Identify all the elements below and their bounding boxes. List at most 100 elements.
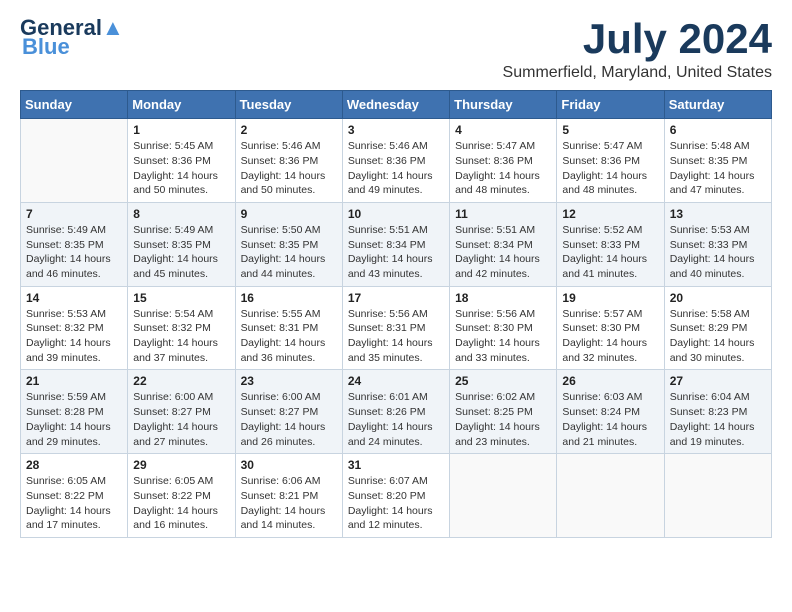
day-number: 5	[562, 123, 658, 137]
calendar-cell	[664, 454, 771, 538]
day-info: Sunrise: 5:54 AM Sunset: 8:32 PM Dayligh…	[133, 307, 229, 366]
day-number: 8	[133, 207, 229, 221]
day-info: Sunrise: 5:58 AM Sunset: 8:29 PM Dayligh…	[670, 307, 766, 366]
day-number: 13	[670, 207, 766, 221]
day-number: 23	[241, 374, 337, 388]
calendar-cell: 6Sunrise: 5:48 AM Sunset: 8:35 PM Daylig…	[664, 119, 771, 203]
day-number: 10	[348, 207, 444, 221]
calendar-week-row: 28 Sunrise: 6:05 AM Sunset: 8:22 PM Dayli…	[21, 454, 772, 538]
day-info: Sunrise: 5:55 AM Sunset: 8:31 PM Dayligh…	[241, 307, 337, 366]
month-title: July 2024	[503, 16, 772, 62]
day-info: Sunrise: 5:53 AM Sunset: 8:33 PM Dayligh…	[670, 223, 766, 282]
day-info: Sunrise: 5:56 AM Sunset: 8:31 PM Dayligh…	[348, 307, 444, 366]
calendar-cell: 24 Sunrise: 6:01 AM Sunset: 8:26 PM Dayli…	[342, 370, 449, 454]
calendar-cell: 21 Sunrise: 5:59 AM Sunset: 8:28 PM Dayli…	[21, 370, 128, 454]
calendar-cell: 5 Sunrise: 5:47 AM Sunset: 8:36 PM Daylig…	[557, 119, 664, 203]
day-number: 30	[241, 458, 337, 472]
day-info: Sunrise: 5:46 AM Sunset: 8:36 PM Dayligh…	[241, 139, 337, 198]
day-number: 11	[455, 207, 551, 221]
calendar-cell: 25 Sunrise: 6:02 AM Sunset: 8:25 PM Dayli…	[450, 370, 557, 454]
calendar-cell: 8 Sunrise: 5:49 AM Sunset: 8:35 PM Daylig…	[128, 202, 235, 286]
day-info: Sunrise: 5:50 AM Sunset: 8:35 PM Dayligh…	[241, 223, 337, 282]
calendar-cell: 17 Sunrise: 5:56 AM Sunset: 8:31 PM Dayli…	[342, 286, 449, 370]
day-number: 4	[455, 123, 551, 137]
day-number: 25	[455, 374, 551, 388]
calendar-cell: 11Sunrise: 5:51 AM Sunset: 8:34 PM Dayli…	[450, 202, 557, 286]
day-info: Sunrise: 6:00 AM Sunset: 8:27 PM Dayligh…	[133, 390, 229, 449]
calendar-day-header: Monday	[128, 91, 235, 119]
calendar-cell: 14Sunrise: 5:53 AM Sunset: 8:32 PM Dayli…	[21, 286, 128, 370]
day-info: Sunrise: 5:49 AM Sunset: 8:35 PM Dayligh…	[26, 223, 122, 282]
day-info: Sunrise: 5:53 AM Sunset: 8:32 PM Dayligh…	[26, 307, 122, 366]
day-number: 26	[562, 374, 658, 388]
day-number: 19	[562, 291, 658, 305]
day-number: 29	[133, 458, 229, 472]
day-number: 9	[241, 207, 337, 221]
day-info: Sunrise: 6:05 AM Sunset: 8:22 PM Dayligh…	[133, 474, 229, 533]
day-number: 31	[348, 458, 444, 472]
day-info: Sunrise: 5:56 AM Sunset: 8:30 PM Dayligh…	[455, 307, 551, 366]
calendar-table: SundayMondayTuesdayWednesdayThursdayFrid…	[20, 90, 772, 538]
day-number: 18	[455, 291, 551, 305]
calendar-cell: 30 Sunrise: 6:06 AM Sunset: 8:21 PM Dayli…	[235, 454, 342, 538]
calendar-cell: 31Sunrise: 6:07 AM Sunset: 8:20 PM Dayli…	[342, 454, 449, 538]
day-number: 28	[26, 458, 122, 472]
calendar-cell: 1Sunrise: 5:45 AM Sunset: 8:36 PM Daylig…	[128, 119, 235, 203]
day-number: 16	[241, 291, 337, 305]
calendar-cell: 28 Sunrise: 6:05 AM Sunset: 8:22 PM Dayli…	[21, 454, 128, 538]
day-number: 24	[348, 374, 444, 388]
day-info: Sunrise: 6:05 AM Sunset: 8:22 PM Dayligh…	[26, 474, 122, 533]
calendar-cell: 18 Sunrise: 5:56 AM Sunset: 8:30 PM Dayli…	[450, 286, 557, 370]
day-info: Sunrise: 5:59 AM Sunset: 8:28 PM Dayligh…	[26, 390, 122, 449]
day-info: Sunrise: 6:06 AM Sunset: 8:21 PM Dayligh…	[241, 474, 337, 533]
day-info: Sunrise: 6:04 AM Sunset: 8:23 PM Dayligh…	[670, 390, 766, 449]
calendar-cell: 22 Sunrise: 6:00 AM Sunset: 8:27 PM Dayli…	[128, 370, 235, 454]
calendar-day-header: Saturday	[664, 91, 771, 119]
day-info: Sunrise: 5:45 AM Sunset: 8:36 PM Dayligh…	[133, 139, 229, 198]
calendar-day-header: Friday	[557, 91, 664, 119]
day-info: Sunrise: 5:46 AM Sunset: 8:36 PM Dayligh…	[348, 139, 444, 198]
calendar-cell: 16 Sunrise: 5:55 AM Sunset: 8:31 PM Dayli…	[235, 286, 342, 370]
day-info: Sunrise: 6:01 AM Sunset: 8:26 PM Dayligh…	[348, 390, 444, 449]
day-info: Sunrise: 5:51 AM Sunset: 8:34 PM Dayligh…	[348, 223, 444, 282]
day-number: 7	[26, 207, 122, 221]
calendar-cell: 12Sunrise: 5:52 AM Sunset: 8:33 PM Dayli…	[557, 202, 664, 286]
day-info: Sunrise: 6:00 AM Sunset: 8:27 PM Dayligh…	[241, 390, 337, 449]
calendar-cell: 10 Sunrise: 5:51 AM Sunset: 8:34 PM Dayli…	[342, 202, 449, 286]
day-info: Sunrise: 5:47 AM Sunset: 8:36 PM Dayligh…	[455, 139, 551, 198]
calendar-cell: 26 Sunrise: 6:03 AM Sunset: 8:24 PM Dayli…	[557, 370, 664, 454]
calendar-cell: 19 Sunrise: 5:57 AM Sunset: 8:30 PM Dayli…	[557, 286, 664, 370]
calendar-cell: 9 Sunrise: 5:50 AM Sunset: 8:35 PM Daylig…	[235, 202, 342, 286]
day-info: Sunrise: 6:03 AM Sunset: 8:24 PM Dayligh…	[562, 390, 658, 449]
calendar-cell: 3 Sunrise: 5:46 AM Sunset: 8:36 PM Daylig…	[342, 119, 449, 203]
day-number: 20	[670, 291, 766, 305]
calendar-week-row: 14Sunrise: 5:53 AM Sunset: 8:32 PM Dayli…	[21, 286, 772, 370]
title-block: July 2024 Summerfield, Maryland, United …	[503, 16, 772, 82]
day-number: 15	[133, 291, 229, 305]
logo-blue: Blue	[22, 34, 70, 60]
calendar-cell: 7 Sunrise: 5:49 AM Sunset: 8:35 PM Daylig…	[21, 202, 128, 286]
day-info: Sunrise: 5:57 AM Sunset: 8:30 PM Dayligh…	[562, 307, 658, 366]
day-number: 21	[26, 374, 122, 388]
day-number: 3	[348, 123, 444, 137]
day-info: Sunrise: 5:49 AM Sunset: 8:35 PM Dayligh…	[133, 223, 229, 282]
calendar-cell: 13 Sunrise: 5:53 AM Sunset: 8:33 PM Dayli…	[664, 202, 771, 286]
calendar-cell	[450, 454, 557, 538]
calendar-day-header: Sunday	[21, 91, 128, 119]
calendar-week-row: 1Sunrise: 5:45 AM Sunset: 8:36 PM Daylig…	[21, 119, 772, 203]
calendar-day-header: Wednesday	[342, 91, 449, 119]
calendar-day-header: Tuesday	[235, 91, 342, 119]
calendar-header-row: SundayMondayTuesdayWednesdayThursdayFrid…	[21, 91, 772, 119]
calendar-cell: 15 Sunrise: 5:54 AM Sunset: 8:32 PM Dayli…	[128, 286, 235, 370]
day-number: 22	[133, 374, 229, 388]
calendar-cell: 4 Sunrise: 5:47 AM Sunset: 8:36 PM Daylig…	[450, 119, 557, 203]
calendar-week-row: 21 Sunrise: 5:59 AM Sunset: 8:28 PM Dayli…	[21, 370, 772, 454]
day-number: 17	[348, 291, 444, 305]
day-info: Sunrise: 5:47 AM Sunset: 8:36 PM Dayligh…	[562, 139, 658, 198]
calendar-cell: 23 Sunrise: 6:00 AM Sunset: 8:27 PM Dayli…	[235, 370, 342, 454]
day-number: 2	[241, 123, 337, 137]
day-info: Sunrise: 6:02 AM Sunset: 8:25 PM Dayligh…	[455, 390, 551, 449]
day-number: 6	[670, 123, 766, 137]
calendar-cell: 2 Sunrise: 5:46 AM Sunset: 8:36 PM Daylig…	[235, 119, 342, 203]
calendar-cell: 20 Sunrise: 5:58 AM Sunset: 8:29 PM Dayli…	[664, 286, 771, 370]
